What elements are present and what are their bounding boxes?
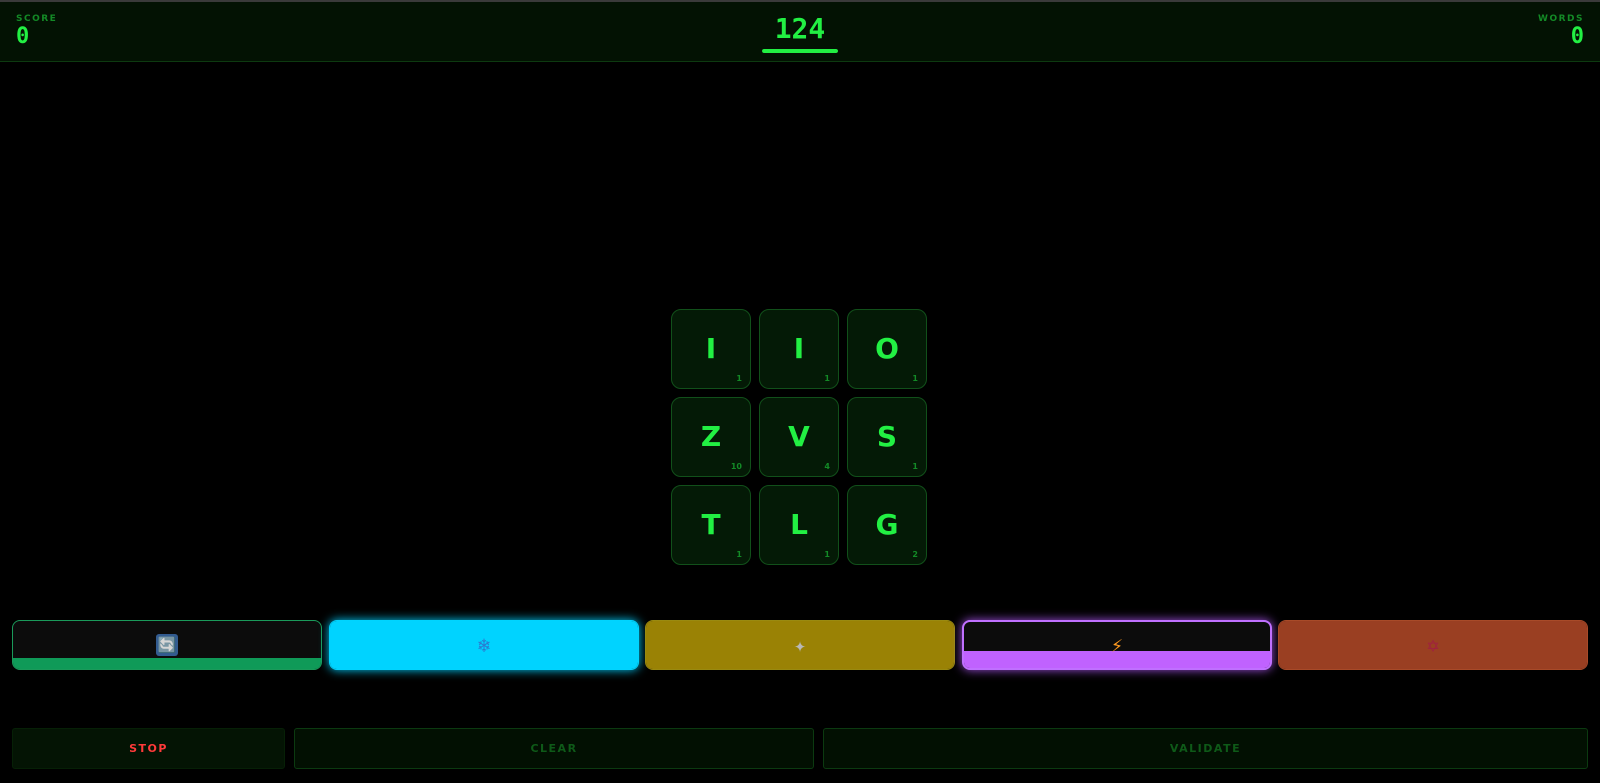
tile-points: 1 [824, 550, 830, 559]
validate-button[interactable]: VALIDATE [823, 728, 1588, 769]
tile-letter: L [790, 508, 808, 541]
letter-tile[interactable]: I 1 [759, 309, 839, 389]
letter-tile[interactable]: T 1 [671, 485, 751, 565]
powerup-charge-fill [13, 658, 321, 669]
letter-tile[interactable]: O 1 [847, 309, 927, 389]
tile-points: 1 [736, 374, 742, 383]
letter-grid: I 1 I 1 O 1 Z 10 V 4 S 1 T 1 L 1 G 2 [671, 309, 927, 565]
lightning-icon: ⚡ [1110, 633, 1124, 657]
shuffle-icon: 🔄 [156, 634, 178, 656]
words-label: WORDS [1538, 14, 1584, 24]
score-stat: SCORE 0 [16, 14, 57, 50]
clear-button[interactable]: CLEAR [294, 728, 814, 769]
game-header: SCORE 0 124 WORDS 0 [0, 2, 1600, 62]
star-burst-powerup-button[interactable]: ✡ [1278, 620, 1588, 670]
tile-points: 10 [730, 462, 742, 471]
tile-letter: T [701, 508, 721, 541]
timer-value: 124 [774, 12, 826, 45]
letter-tile[interactable]: Z 10 [671, 397, 751, 477]
tile-points: 1 [912, 462, 918, 471]
tile-points: 2 [912, 550, 918, 559]
tile-letter: O [875, 332, 899, 365]
action-bar: STOP CLEAR VALIDATE [12, 728, 1588, 769]
score-value: 0 [16, 24, 30, 49]
words-value: 0 [1570, 24, 1584, 49]
letter-tile[interactable]: S 1 [847, 397, 927, 477]
score-label: SCORE [16, 14, 58, 24]
stop-button[interactable]: STOP [12, 728, 285, 769]
letter-tile[interactable]: G 2 [847, 485, 927, 565]
timer-progress-fill [762, 49, 838, 53]
tile-letter: V [788, 420, 810, 453]
sparkle-powerup-button[interactable]: ✦ [645, 620, 955, 670]
freeze-powerup-button[interactable]: ❄ [329, 620, 639, 670]
tile-points: 1 [912, 374, 918, 383]
star-burst-icon: ✡ [1426, 633, 1440, 657]
words-stat: WORDS 0 [1538, 14, 1584, 50]
tile-letter: I [793, 332, 805, 365]
tile-letter: I [705, 332, 717, 365]
sparkle-icon: ✦ [793, 633, 807, 657]
tile-points: 4 [824, 462, 830, 471]
tile-points: 1 [736, 550, 742, 559]
freeze-icon: ❄ [477, 633, 491, 657]
letter-tile[interactable]: L 1 [759, 485, 839, 565]
lightning-powerup-button[interactable]: ⚡ [962, 620, 1272, 670]
shuffle-powerup-button[interactable]: 🔄 [12, 620, 322, 670]
tile-points: 1 [824, 374, 830, 383]
powerup-bar: 🔄 ❄ ✦ ⚡ ✡ [12, 620, 1588, 671]
tile-letter: Z [700, 420, 722, 453]
timer-progress-bar [762, 49, 838, 53]
tile-letter: S [876, 420, 898, 453]
tile-letter: G [875, 508, 899, 541]
letter-tile[interactable]: V 4 [759, 397, 839, 477]
letter-tile[interactable]: I 1 [671, 309, 751, 389]
